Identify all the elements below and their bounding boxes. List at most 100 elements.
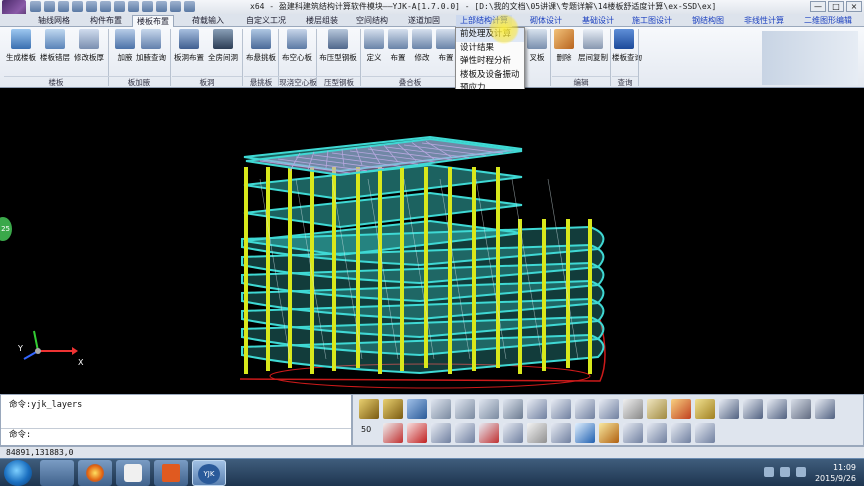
delete-grid-icon[interactable] xyxy=(479,423,499,443)
tab-floor-assembly[interactable]: 楼层组装 xyxy=(302,15,342,27)
tab-custom-cases[interactable]: 自定义工况 xyxy=(242,15,290,27)
generate-slab-button[interactable]: 生成楼板 xyxy=(4,29,38,75)
front-view-icon[interactable] xyxy=(479,399,499,419)
export-icon[interactable] xyxy=(671,423,691,443)
box-view-icon[interactable] xyxy=(431,399,451,419)
view-icon[interactable] xyxy=(114,1,125,12)
slab-offset-button[interactable]: 楼板错层 xyxy=(38,29,72,75)
settings-icon[interactable] xyxy=(170,1,181,12)
tower-icon[interactable] xyxy=(743,399,763,419)
yjk-app-button[interactable]: YJK xyxy=(192,460,226,486)
volume-icon[interactable] xyxy=(780,467,790,477)
tab-spatial[interactable]: 空间结构 xyxy=(352,15,392,27)
tab-drawings[interactable]: 施工图设计 xyxy=(628,15,676,27)
display-icon[interactable] xyxy=(599,423,619,443)
slab-query-button[interactable]: 楼板查询 xyxy=(612,29,642,75)
menu-floor-vibration[interactable]: 楼板及设备振动 xyxy=(456,69,524,83)
new-file-icon[interactable] xyxy=(30,1,41,12)
rotate-icon[interactable] xyxy=(100,1,111,12)
cantilever-slab-button[interactable]: 布悬挑板 xyxy=(244,29,278,75)
grid-icon[interactable] xyxy=(455,423,475,443)
command-history-line: 命令:yjk_layers xyxy=(9,400,83,410)
tab-grid[interactable]: 轴线网格 xyxy=(34,15,74,27)
composite-modify-button[interactable]: 修改 xyxy=(410,29,434,75)
tab-loads[interactable]: 荷载输入 xyxy=(188,15,228,27)
print-icon[interactable] xyxy=(156,1,167,12)
maximize-button[interactable]: □ xyxy=(828,1,844,12)
model-viewport[interactable]: X Y 25 xyxy=(0,89,864,394)
zoom-icon[interactable] xyxy=(128,1,139,12)
annotation-icon[interactable] xyxy=(527,423,547,443)
zoom-extents-icon[interactable] xyxy=(599,399,619,419)
flag-icon[interactable] xyxy=(796,467,806,477)
scissors-icon[interactable] xyxy=(359,399,379,419)
tab-slab[interactable]: 楼板布置 xyxy=(132,15,174,27)
color-icon[interactable] xyxy=(575,423,595,443)
zoom-window-icon[interactable] xyxy=(527,399,547,419)
antenna-icon[interactable] xyxy=(719,399,739,419)
zoom-in-icon[interactable] xyxy=(551,399,571,419)
modify-thickness-button[interactable]: 修改板厚 xyxy=(72,29,106,75)
start-button[interactable] xyxy=(4,460,32,486)
import-icon[interactable] xyxy=(695,423,715,443)
haunch-query-icon xyxy=(141,29,161,49)
extend-icon[interactable] xyxy=(407,399,427,419)
help-icon[interactable] xyxy=(184,1,195,12)
rebar-icon[interactable] xyxy=(407,423,427,443)
tab-2d-edit[interactable]: 二维图形编辑 xyxy=(800,15,856,27)
pan-hand-icon[interactable] xyxy=(623,399,643,419)
open-file-icon[interactable] xyxy=(44,1,55,12)
pdf-icon[interactable] xyxy=(383,423,403,443)
deck-slab-button[interactable]: 布压型钢板 xyxy=(318,29,358,75)
close-button[interactable]: × xyxy=(846,1,862,12)
undo-icon[interactable] xyxy=(72,1,83,12)
tab-masonry[interactable]: 砌体设计 xyxy=(526,15,566,27)
composite-place-button[interactable]: 布置 xyxy=(386,29,410,75)
network-icon[interactable] xyxy=(764,467,774,477)
wrench-icon[interactable] xyxy=(791,399,811,419)
command-window[interactable]: 命令:yjk_layers 命令: xyxy=(0,394,352,446)
clock[interactable]: 11:09 2015/9/26 xyxy=(815,462,856,484)
command-input[interactable]: 命令: xyxy=(1,428,351,441)
browser-icon[interactable] xyxy=(78,460,112,486)
house-icon[interactable] xyxy=(503,399,523,419)
delete-button[interactable]: 删除 xyxy=(552,29,576,75)
orbit-icon[interactable] xyxy=(647,399,667,419)
slab-hole-icon xyxy=(179,29,199,49)
measure-icon[interactable] xyxy=(671,399,691,419)
redo-icon[interactable] xyxy=(86,1,97,12)
save-icon[interactable] xyxy=(58,1,69,12)
menu-design-results[interactable]: 设计结果 xyxy=(456,42,524,56)
powerpoint-icon[interactable] xyxy=(154,460,188,486)
table-icon[interactable] xyxy=(551,423,571,443)
media-player-icon[interactable] xyxy=(116,460,150,486)
trim-icon[interactable] xyxy=(383,399,403,419)
camera-icon[interactable] xyxy=(815,399,835,419)
tab-nonlinear[interactable]: 非线性计算 xyxy=(740,15,788,27)
cross-slab-button[interactable]: 叉板 xyxy=(524,29,550,75)
paste-icon[interactable] xyxy=(647,423,667,443)
tab-steel[interactable]: 钢结构图 xyxy=(688,15,728,27)
explorer-icon[interactable] xyxy=(40,460,74,486)
tab-members[interactable]: 构件布置 xyxy=(86,15,126,27)
properties-icon[interactable] xyxy=(431,423,451,443)
zoom-out-icon[interactable] xyxy=(575,399,595,419)
pan-icon[interactable] xyxy=(142,1,153,12)
composite-define-button[interactable]: 定义 xyxy=(362,29,386,75)
full-room-hole-button[interactable]: 全房间洞 xyxy=(206,29,240,75)
slab-hole-button[interactable]: 板洞布置 xyxy=(172,29,206,75)
layer-copy-button[interactable]: 层间复制 xyxy=(576,29,610,75)
cube-icon[interactable] xyxy=(455,399,475,419)
ribbon-panel: 生成楼板 楼板错层 修改板厚 加腋 加腋查询 板洞布置 全房间洞 布悬挑板 布空… xyxy=(0,27,864,88)
layers-icon[interactable] xyxy=(503,423,523,443)
text-icon[interactable] xyxy=(767,399,787,419)
tab-foundation[interactable]: 基础设计 xyxy=(578,15,618,27)
menu-time-history[interactable]: 弹性时程分析 xyxy=(456,55,524,69)
tab-tunnel[interactable]: 遂道加固 xyxy=(404,15,444,27)
hollow-slab-button[interactable]: 布空心板 xyxy=(280,29,314,75)
minimize-button[interactable]: — xyxy=(810,1,826,12)
pencil-icon[interactable] xyxy=(695,399,715,419)
cursor-highlight xyxy=(489,14,519,44)
copy-icon[interactable] xyxy=(623,423,643,443)
haunch-query-button[interactable]: 加腋查询 xyxy=(134,29,168,75)
